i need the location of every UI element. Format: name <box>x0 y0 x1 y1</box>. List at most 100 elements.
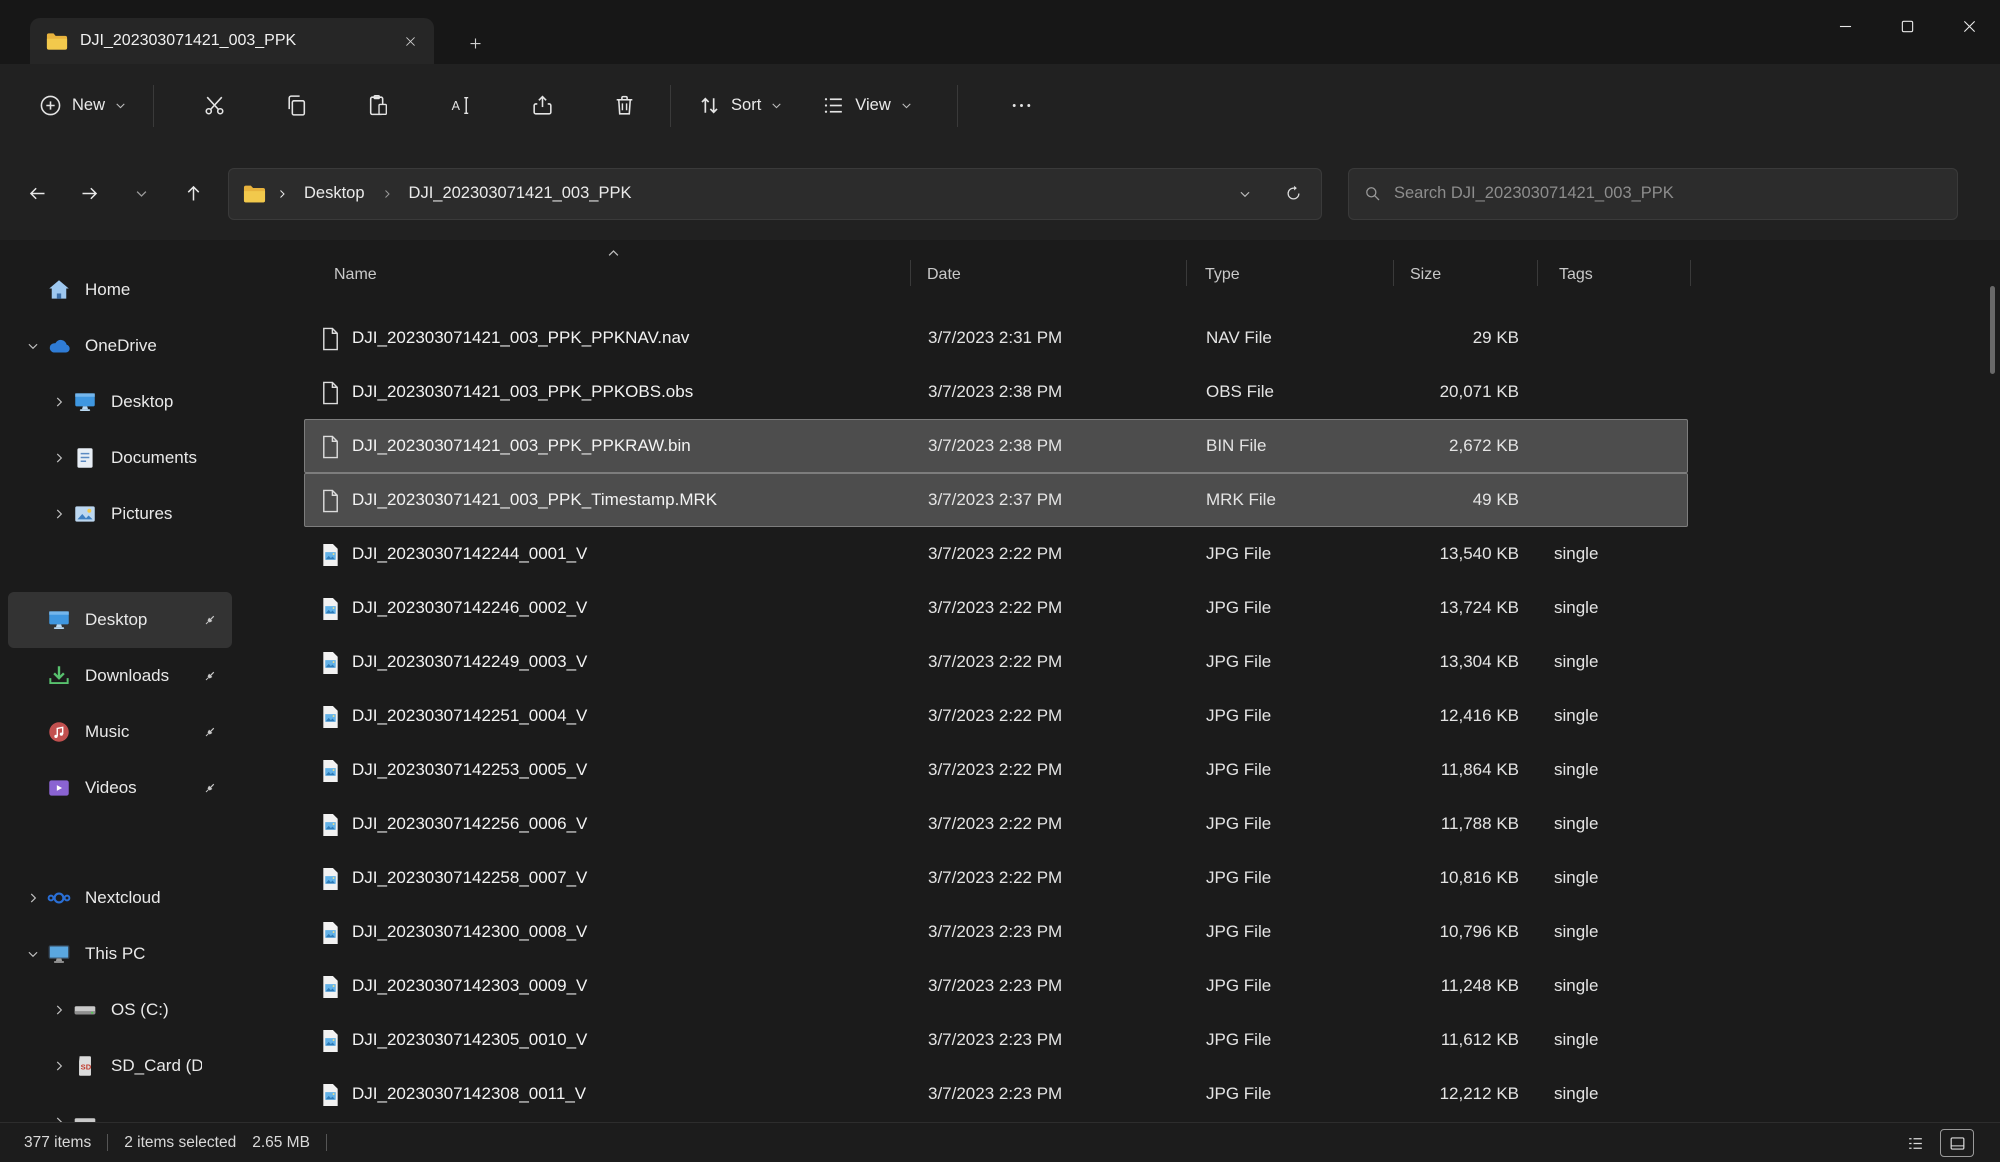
paste-button[interactable] <box>348 80 408 132</box>
forward-button[interactable] <box>66 171 112 217</box>
sidebar-chevron[interactable] <box>20 669 46 683</box>
sort-button-label: Sort <box>731 96 761 115</box>
sidebar-item[interactable]: Desktop <box>8 374 232 430</box>
details-view-button[interactable] <box>1898 1129 1932 1157</box>
column-header-size[interactable]: Size <box>1410 266 1441 284</box>
file-name: DJI_20230307142244_0001_V <box>352 544 587 564</box>
file-icon <box>319 596 342 622</box>
column-header-tags[interactable]: Tags <box>1559 266 1593 284</box>
delete-button[interactable] <box>594 80 654 132</box>
file-icon <box>319 1082 342 1108</box>
sidebar-item[interactable]: Pictures <box>8 486 232 542</box>
sidebar-item[interactable]: Desktop <box>8 592 232 648</box>
file-row[interactable]: DJI_20230307142300_0008_V 3/7/2023 2:23 … <box>304 905 1688 959</box>
column-header-name[interactable]: Name <box>334 266 377 284</box>
paste-icon <box>366 93 391 118</box>
sidebar-item[interactable]: SD_Card (D:) <box>8 1038 232 1094</box>
file-row[interactable]: DJI_202303071421_003_PPK_PPKNAV.nav 3/7/… <box>304 311 1688 365</box>
column-divider[interactable] <box>910 260 911 286</box>
column-divider[interactable] <box>1393 260 1394 286</box>
sidebar-chevron[interactable] <box>20 283 46 297</box>
minimize-button[interactable] <box>1814 0 1876 52</box>
breadcrumb-current-folder[interactable]: DJI_202303071421_003_PPK <box>403 180 638 207</box>
file-date: 3/7/2023 2:37 PM <box>928 490 1062 510</box>
file-row[interactable]: DJI_20230307142244_0001_V 3/7/2023 2:22 … <box>304 527 1688 581</box>
file-date: 3/7/2023 2:31 PM <box>928 328 1062 348</box>
sidebar-chevron[interactable] <box>46 395 72 409</box>
file-row[interactable]: DJI_202303071421_003_PPK_PPKRAW.bin 3/7/… <box>304 419 1688 473</box>
large-thumbnails-view-button[interactable] <box>1940 1129 1974 1157</box>
sidebar-item[interactable]: Downloads <box>8 648 232 704</box>
sidebar-chevron[interactable] <box>20 613 46 627</box>
sidebar-item[interactable]: This PC <box>8 926 232 982</box>
sidebar-item[interactable]: OS (C:) <box>8 982 232 1038</box>
maximize-button[interactable] <box>1876 0 1938 52</box>
file-row[interactable]: DJI_20230307142256_0006_V 3/7/2023 2:22 … <box>304 797 1688 851</box>
column-divider[interactable] <box>1690 260 1691 286</box>
share-button[interactable] <box>512 80 572 132</box>
close-icon <box>1960 17 1979 36</box>
sidebar-chevron[interactable] <box>46 1003 72 1017</box>
sidebar-item-label: Documents <box>111 448 202 468</box>
address-dropdown-button[interactable] <box>1238 187 1252 201</box>
file-row[interactable]: DJI_20230307142246_0002_V 3/7/2023 2:22 … <box>304 581 1688 635</box>
sidebar-item[interactable] <box>8 1094 232 1122</box>
file-row[interactable]: DJI_202303071421_003_PPK_PPKOBS.obs 3/7/… <box>304 365 1688 419</box>
sidebar-item-icon <box>72 1109 98 1122</box>
sidebar-chevron[interactable] <box>46 1115 72 1122</box>
new-button[interactable]: New <box>28 85 137 126</box>
sidebar-chevron[interactable] <box>20 781 46 795</box>
column-header-type[interactable]: Type <box>1205 266 1240 284</box>
sidebar-chevron[interactable] <box>20 339 46 353</box>
file-type: JPG File <box>1206 814 1271 834</box>
file-type: BIN File <box>1206 436 1266 456</box>
explorer-tab[interactable]: DJI_202303071421_003_PPK <box>30 18 434 64</box>
view-button[interactable]: View <box>811 85 922 126</box>
file-row[interactable]: DJI_20230307142258_0007_V 3/7/2023 2:22 … <box>304 851 1688 905</box>
copy-button[interactable] <box>266 80 326 132</box>
vertical-scrollbar[interactable] <box>1990 286 1995 374</box>
up-button[interactable] <box>170 171 216 217</box>
file-row[interactable]: DJI_20230307142251_0004_V 3/7/2023 2:22 … <box>304 689 1688 743</box>
file-row[interactable]: DJI_20230307142308_0011_V 3/7/2023 2:23 … <box>304 1067 1688 1121</box>
close-button[interactable] <box>1938 0 2000 52</box>
layout-group: Sort View <box>687 80 1052 132</box>
sidebar-item[interactable]: Documents <box>8 430 232 486</box>
sidebar-chevron[interactable] <box>20 725 46 739</box>
back-button[interactable] <box>14 171 60 217</box>
file-row[interactable]: DJI_20230307142249_0003_V 3/7/2023 2:22 … <box>304 635 1688 689</box>
file-row[interactable]: DJI_20230307142253_0005_V 3/7/2023 2:22 … <box>304 743 1688 797</box>
search-input[interactable] <box>1394 184 1943 203</box>
new-tab-button[interactable] <box>462 30 488 56</box>
recent-locations-button[interactable] <box>118 171 164 217</box>
breadcrumb-desktop[interactable]: Desktop <box>298 180 371 207</box>
file-size: 20,071 KB <box>1345 382 1519 402</box>
sidebar-chevron[interactable] <box>46 1059 72 1073</box>
column-divider[interactable] <box>1537 260 1538 286</box>
sidebar-item[interactable]: Music <box>8 704 232 760</box>
sidebar-chevron[interactable] <box>20 947 46 961</box>
sidebar-item[interactable]: Home <box>8 262 232 318</box>
file-list: DJI_202303071421_003_PPK_PPKNAV.nav 3/7/… <box>304 311 1688 1121</box>
sidebar-item[interactable]: Nextcloud <box>8 870 232 926</box>
file-row[interactable]: DJI_20230307142303_0009_V 3/7/2023 2:23 … <box>304 959 1688 1013</box>
sidebar-item[interactable]: Videos <box>8 760 232 816</box>
new-button-label: New <box>72 96 105 115</box>
sort-button[interactable]: Sort <box>687 85 793 126</box>
address-bar[interactable]: Desktop DJI_202303071421_003_PPK <box>228 168 1322 220</box>
column-header-date[interactable]: Date <box>927 266 961 284</box>
sidebar-item[interactable]: OneDrive <box>8 318 232 374</box>
rename-button[interactable] <box>430 80 490 132</box>
tab-close-button[interactable] <box>403 34 418 49</box>
file-size: 29 KB <box>1345 328 1519 348</box>
sidebar-chevron[interactable] <box>46 507 72 521</box>
column-divider[interactable] <box>1186 260 1187 286</box>
file-row[interactable]: DJI_202303071421_003_PPK_Timestamp.MRK 3… <box>304 473 1688 527</box>
refresh-button[interactable] <box>1262 184 1307 203</box>
file-icon <box>319 434 342 460</box>
sidebar-chevron[interactable] <box>20 891 46 905</box>
cut-button[interactable] <box>184 80 244 132</box>
sidebar-chevron[interactable] <box>46 451 72 465</box>
file-row[interactable]: DJI_20230307142305_0010_V 3/7/2023 2:23 … <box>304 1013 1688 1067</box>
more-options-button[interactable] <box>992 80 1052 132</box>
